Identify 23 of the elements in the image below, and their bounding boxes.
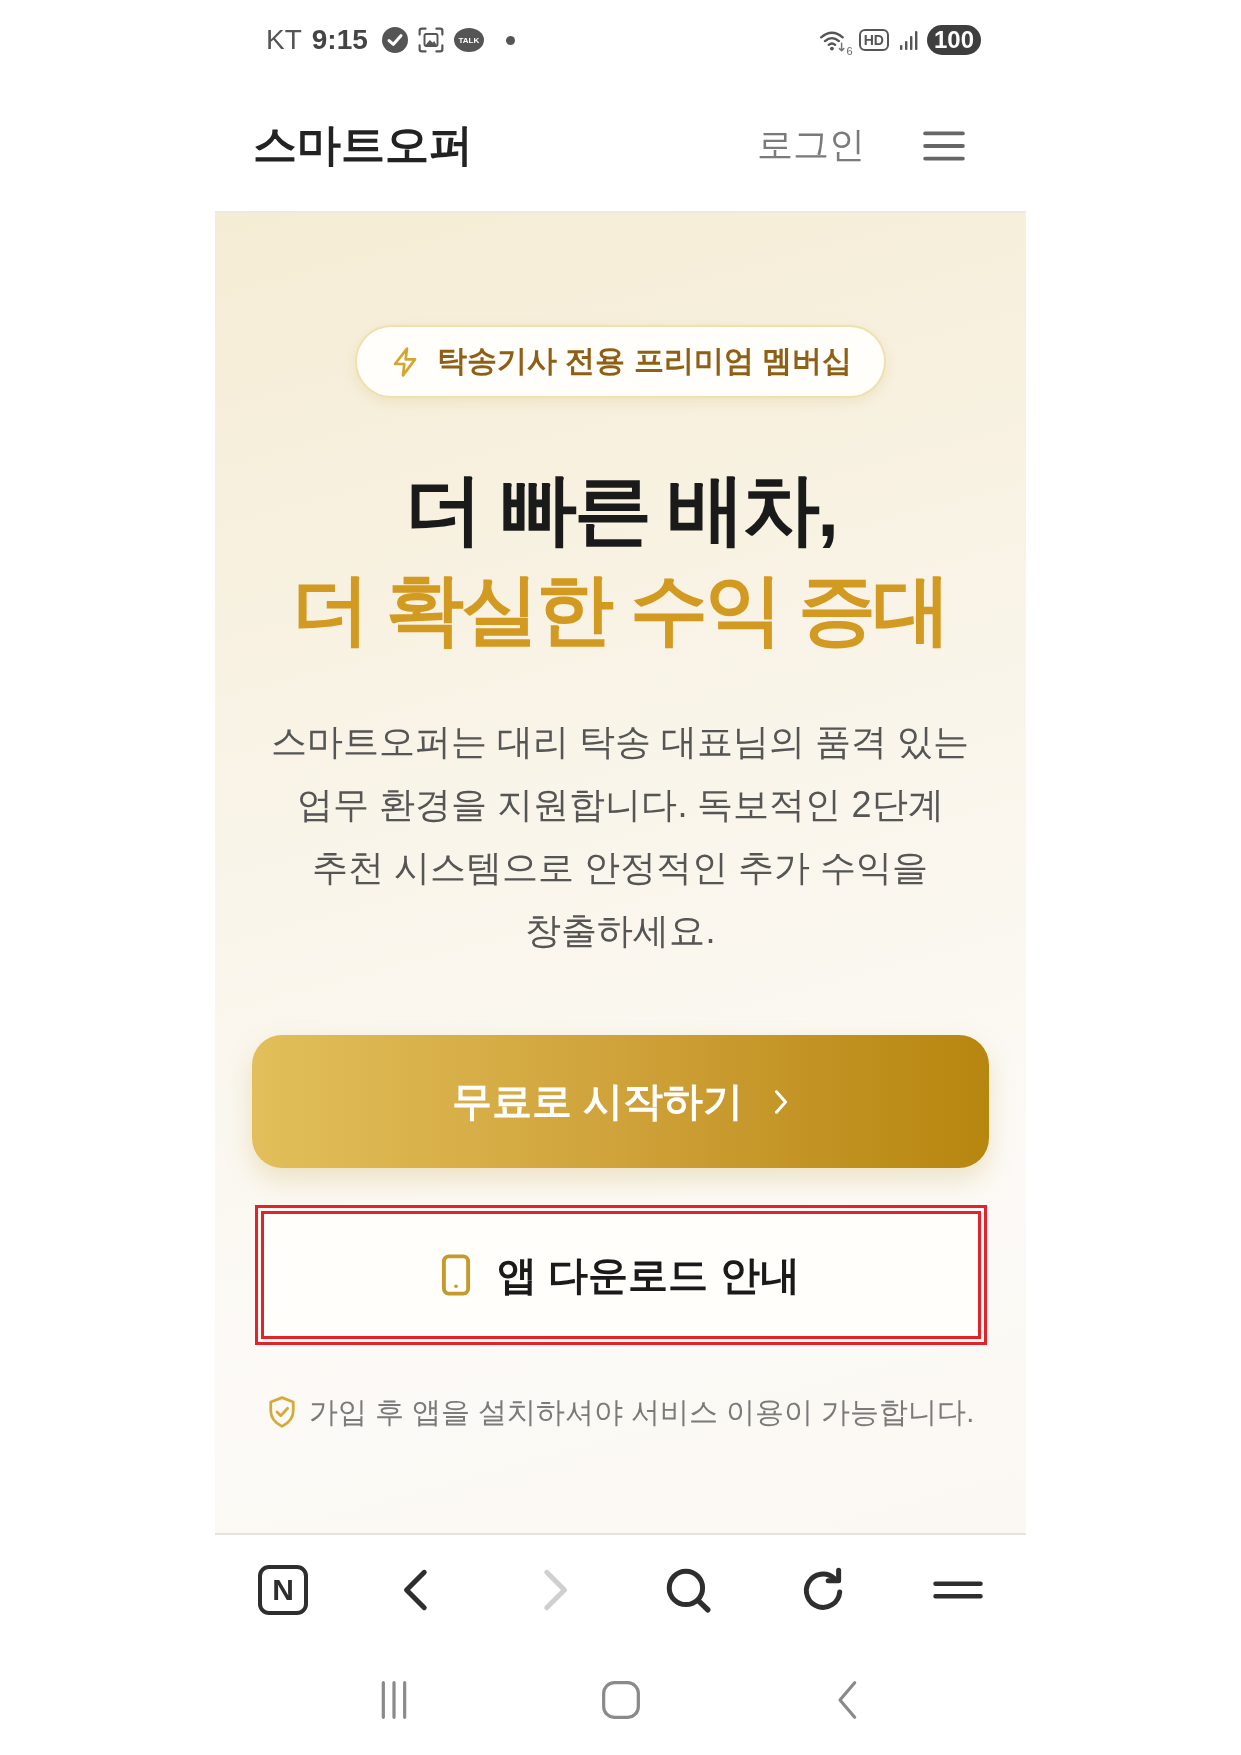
headline-text: 더 빠른 배차, [405,464,836,555]
screenshot-icon [417,27,444,53]
signal-bars-icon [898,29,919,51]
hd-badge: HD [858,29,889,51]
carrier-name: KT [266,24,302,56]
description-text: 스마트오퍼는 대리 탁송 대표님의 품격 있는 업무 환경을 지원합니다. 독보적인 2단계 추천 시스템으로 안정적인 추가 수익을 창출하세요. [271,720,970,953]
check-circle-icon [381,27,408,53]
site-logo[interactable]: 스마트오퍼 [253,116,473,175]
home-icon[interactable] [600,1680,641,1720]
wifi-standard-label: 6 [846,45,853,57]
smartphone-icon [441,1254,472,1296]
app-download-button[interactable]: 앱 다운로드 안내 [263,1214,978,1336]
headline-text: 더 확실한 수익 증대 [292,564,949,655]
clock-time: 9:15 [311,24,368,56]
battery-badge: 100 [926,25,981,55]
shield-check-icon [266,1395,297,1429]
chevron-right-icon [773,1087,790,1116]
chat-bubble-badge: TALK [453,28,484,52]
login-link[interactable]: 로그인 [757,121,865,170]
membership-label: 탁송기사 전용 프리미엄 멤버십 [437,343,852,379]
install-notice-text: 가입 후 앱을 설치하셔야 서비스 이용이 가능합니다. [308,1395,975,1430]
n-home-button[interactable]: N [258,1565,308,1615]
notification-dot-icon [505,35,515,45]
